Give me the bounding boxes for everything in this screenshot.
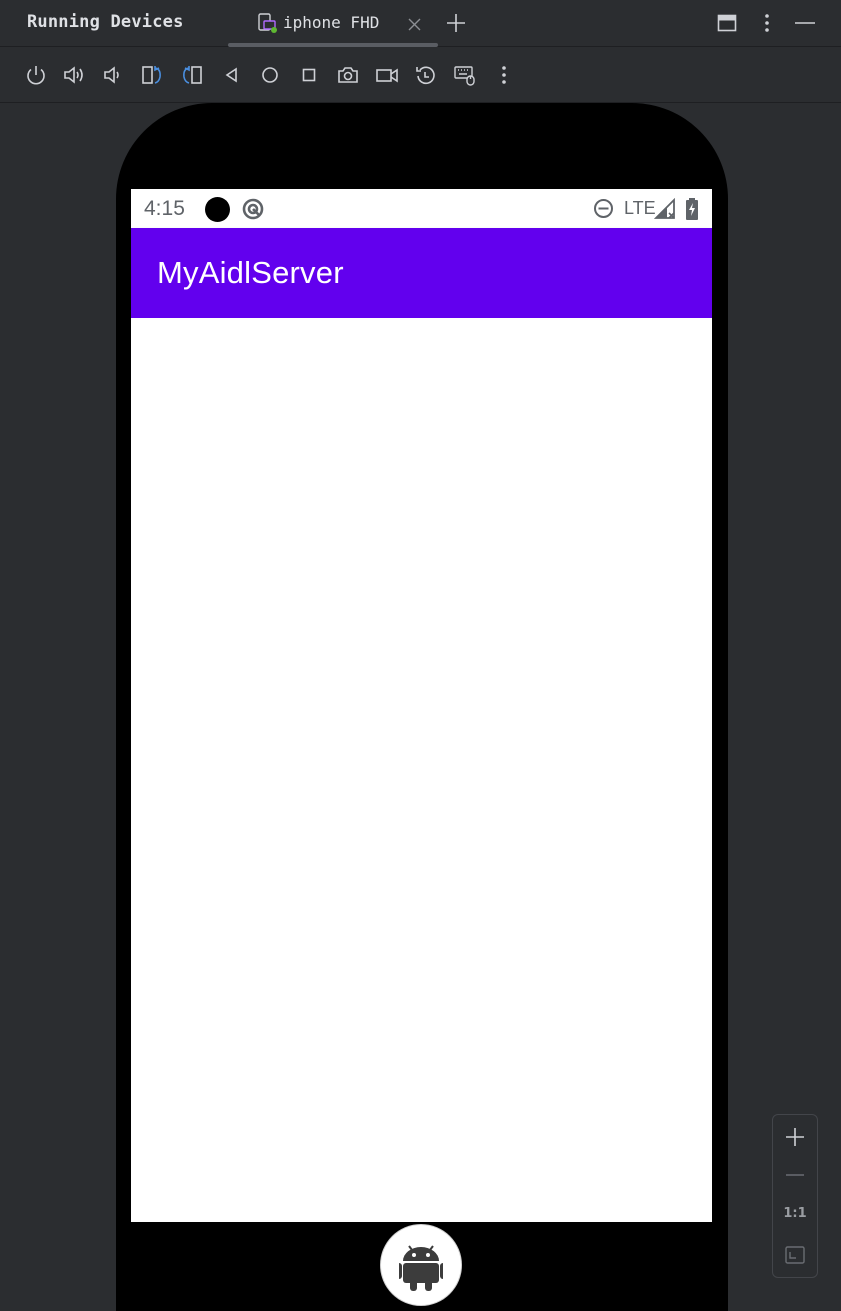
window-layout-icon[interactable] [717, 13, 737, 37]
back-icon[interactable] [220, 63, 244, 87]
app-bar: MyAidlServer [131, 228, 712, 318]
android-logo-button[interactable] [381, 1225, 461, 1305]
reset-icon[interactable] [414, 63, 438, 87]
battery-charging-icon [685, 198, 699, 224]
status-time: 4:15 [144, 197, 185, 220]
app-title: MyAidlServer [157, 255, 344, 290]
overview-icon[interactable] [297, 63, 321, 87]
zoom-actual-size-button[interactable]: 1:1 [773, 1206, 817, 1221]
panel-title: Running Devices [27, 12, 184, 32]
home-icon[interactable] [258, 63, 282, 87]
rotate-left-icon[interactable] [140, 63, 164, 87]
android-robot-icon [399, 1245, 443, 1291]
device-toolbar [0, 47, 841, 103]
zoom-controls: 1:1 [772, 1114, 818, 1278]
sync-icon [241, 197, 265, 225]
tab-label: iphone FHD [283, 13, 380, 32]
plus-icon [786, 1128, 804, 1146]
tab-device[interactable]: iphone FHD [228, 0, 438, 47]
close-icon[interactable] [408, 16, 421, 35]
device-screen[interactable]: 4:15 LTE MyAidlServer [131, 189, 712, 1222]
fit-screen-icon [785, 1246, 805, 1264]
volume-down-icon[interactable] [101, 63, 125, 87]
volume-up-icon[interactable] [62, 63, 86, 87]
do-not-disturb-icon [593, 198, 614, 223]
status-bar: 4:15 LTE [131, 189, 712, 228]
notification-dot-icon [205, 197, 230, 222]
keyboard-mouse-icon[interactable] [453, 63, 477, 87]
minimize-icon[interactable] [794, 13, 816, 37]
signal-icon [653, 197, 676, 224]
add-tab-plus-icon[interactable] [446, 13, 466, 37]
zoom-fit-button[interactable] [773, 1235, 817, 1273]
zoom-out-button[interactable] [773, 1155, 817, 1193]
more-vertical-icon[interactable] [492, 63, 516, 87]
rotate-right-icon[interactable] [180, 63, 204, 87]
screen-record-icon[interactable] [375, 63, 399, 87]
device-phone-icon [257, 13, 277, 37]
screenshot-icon[interactable] [336, 63, 360, 87]
minus-icon [786, 1174, 804, 1176]
zoom-in-button[interactable] [773, 1117, 817, 1155]
more-options-icon[interactable] [757, 13, 777, 37]
network-type: LTE [624, 198, 656, 218]
app-content[interactable] [131, 318, 712, 1222]
power-icon[interactable] [24, 63, 48, 87]
panel-header: Running Devices iphone FHD [0, 0, 841, 47]
